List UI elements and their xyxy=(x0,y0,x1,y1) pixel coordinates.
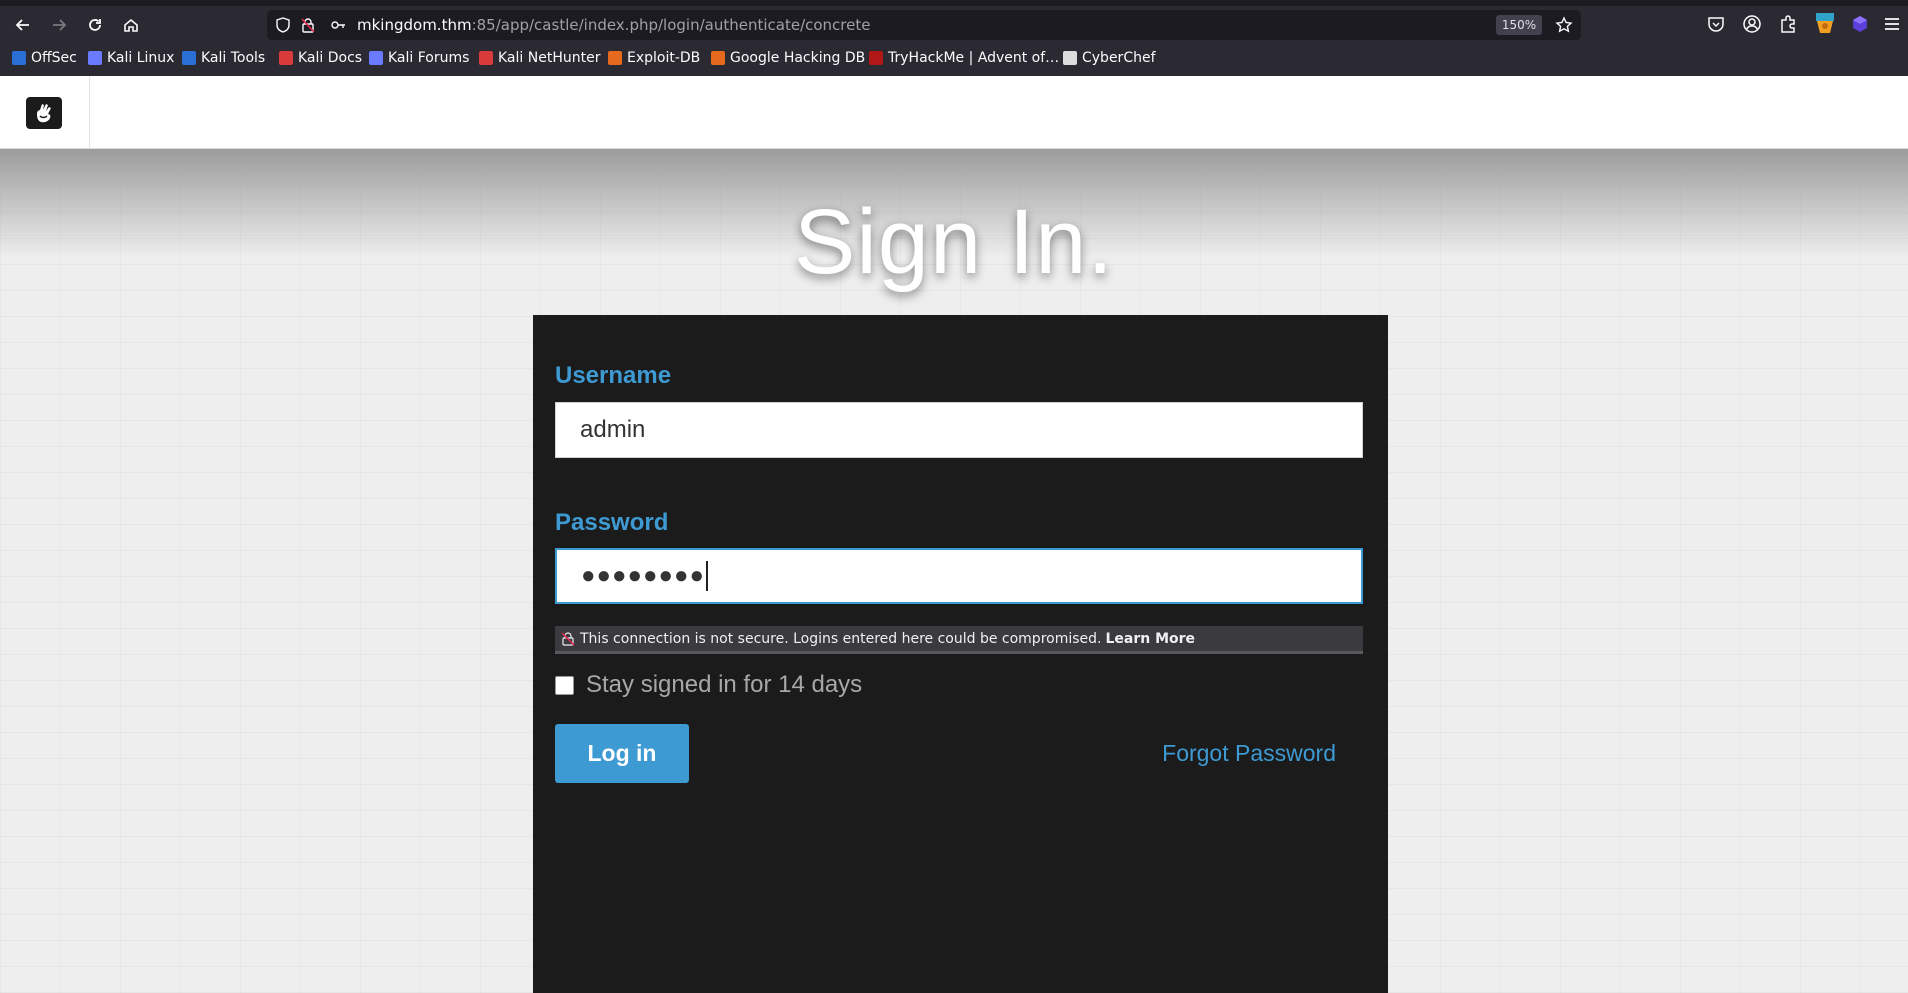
bookmark-label: Google Hacking DB xyxy=(730,50,866,66)
offsec-icon xyxy=(12,51,26,65)
home-icon xyxy=(124,18,138,32)
url-host: mkingdom.thm xyxy=(357,16,472,34)
bookmark-star-icon[interactable] xyxy=(1555,16,1573,34)
reload-icon xyxy=(89,19,101,31)
forgot-password-link[interactable]: Forgot Password xyxy=(1162,740,1336,767)
cyberchef-icon xyxy=(1063,51,1077,65)
home-button[interactable] xyxy=(119,13,143,37)
bookmarks-toolbar: OffSec Kali Linux Kali Tools Kali Docs K… xyxy=(0,48,1908,72)
kali-docs-icon xyxy=(279,51,293,65)
account-icon[interactable] xyxy=(1742,14,1762,34)
extensions-icon[interactable] xyxy=(1778,14,1798,34)
bookmark-label: OffSec xyxy=(31,50,77,66)
bookmark-label: Kali Docs xyxy=(298,50,363,66)
shield-icon[interactable] xyxy=(275,17,291,33)
reload-button[interactable] xyxy=(83,13,107,37)
url-path: :85/app/castle/index.php/login/authentic… xyxy=(471,16,871,34)
stay-signed-in-row[interactable]: Stay signed in for 14 days xyxy=(555,671,862,699)
stay-signed-in-label: Stay signed in for 14 days xyxy=(586,671,863,698)
burp-extension-icon[interactable] xyxy=(1814,11,1836,35)
password-label: Password xyxy=(555,509,669,536)
page-content: Sign In. Username admin Password ●●●●●●●… xyxy=(0,76,1908,993)
insecure-lock-icon[interactable] xyxy=(300,17,316,33)
pocket-icon[interactable] xyxy=(1706,14,1726,34)
stay-signed-in-checkbox[interactable] xyxy=(555,675,574,695)
bookmark-label: CyberChef xyxy=(1082,50,1156,66)
ghdb-icon xyxy=(711,51,725,65)
bookmark-offsec[interactable]: OffSec xyxy=(12,50,77,66)
browser-toolbar: mkingdom.thm:85/app/castle/index.php/log… xyxy=(0,0,1908,76)
url-text[interactable]: mkingdom.thm:85/app/castle/index.php/log… xyxy=(357,16,870,34)
login-button[interactable]: Log in xyxy=(555,724,689,783)
forward-button[interactable] xyxy=(47,13,71,37)
bookmark-cyberchef[interactable]: CyberChef xyxy=(1063,50,1156,66)
bookmark-label: Kali Forums xyxy=(388,50,470,66)
zoom-level-badge[interactable]: 150% xyxy=(1496,15,1542,35)
text-caret xyxy=(705,561,708,591)
bookmark-kali-docs[interactable]: Kali Docs xyxy=(279,50,362,66)
forward-arrow-icon xyxy=(53,19,67,31)
bookmark-kali-forums[interactable]: Kali Forums xyxy=(369,50,469,66)
bookmark-kali-tools[interactable]: Kali Tools xyxy=(182,50,265,66)
cms-header-bar xyxy=(0,76,1908,149)
extension-cube-icon[interactable] xyxy=(1850,14,1870,34)
bookmark-google-hacking-db[interactable]: Google Hacking DB xyxy=(711,50,865,66)
username-value: admin xyxy=(580,416,646,443)
password-input[interactable]: ●●●●●●●● xyxy=(555,548,1363,604)
login-panel: Username admin Password ●●●●●●●● This co… xyxy=(533,315,1388,993)
learn-more-link[interactable]: Learn More xyxy=(1105,631,1195,647)
concrete-logo[interactable] xyxy=(26,97,62,129)
bookmark-label: Kali Linux xyxy=(107,50,175,66)
bookmark-label: Kali NetHunter xyxy=(498,50,601,66)
insecure-login-warning: This connection is not secure. Logins en… xyxy=(555,626,1363,654)
nethunter-icon xyxy=(479,51,493,65)
tab-strip xyxy=(0,0,1908,6)
kali-dragon-icon xyxy=(88,51,102,65)
kali-tools-icon xyxy=(182,51,196,65)
back-arrow-icon xyxy=(15,19,29,31)
bookmark-exploit-db[interactable]: Exploit-DB xyxy=(608,50,700,66)
kali-forums-icon xyxy=(369,51,383,65)
bookmark-label: TryHackMe | Advent of… xyxy=(888,50,1060,66)
password-mask: ●●●●●●●● xyxy=(581,562,705,589)
username-label: Username xyxy=(555,362,672,389)
bookmark-kali-linux[interactable]: Kali Linux xyxy=(88,50,174,66)
tryhackme-icon xyxy=(869,51,883,65)
logo-cell xyxy=(0,76,90,148)
bookmark-label: Kali Tools xyxy=(201,50,266,66)
page-title: Sign In. xyxy=(794,191,1114,293)
concrete-hand-icon xyxy=(37,104,51,123)
exploit-db-icon xyxy=(608,51,622,65)
bookmark-tryhackme[interactable]: TryHackMe | Advent of… xyxy=(869,50,1059,66)
bookmark-kali-nethunter[interactable]: Kali NetHunter xyxy=(479,50,600,66)
key-icon[interactable] xyxy=(330,17,346,33)
app-menu-icon[interactable] xyxy=(1882,14,1902,34)
bookmark-label: Exploit-DB xyxy=(627,50,701,66)
warning-text: This connection is not secure. Logins en… xyxy=(580,630,1102,647)
insecure-lock-icon xyxy=(561,631,575,646)
username-input[interactable]: admin xyxy=(555,402,1363,458)
address-bar[interactable]: mkingdom.thm:85/app/castle/index.php/log… xyxy=(267,10,1581,40)
back-button[interactable] xyxy=(11,13,35,37)
